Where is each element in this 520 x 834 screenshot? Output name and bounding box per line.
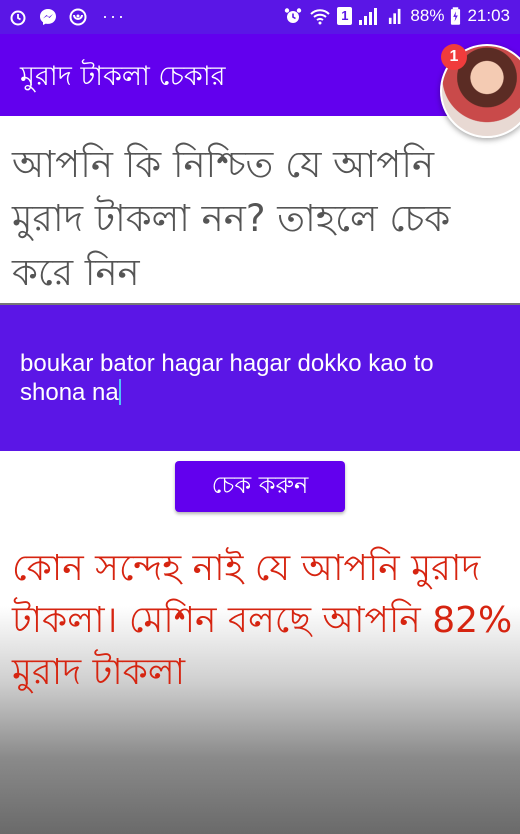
status-bar: ··· 1 88% 21:03 [0,0,520,34]
signal-icon [389,8,401,24]
wifi-icon [310,9,331,25]
alarm-icon [10,10,26,25]
text-cursor [118,379,121,405]
sim-indicator: 1 [337,7,353,25]
vpn-icon [69,8,87,25]
alarm-icon [285,8,302,23]
signal-icon [359,8,378,25]
app-title: মুরাদ টাকলা চেকার [20,61,226,92]
check-button[interactable]: চেক করুন [175,461,345,512]
clock: 21:03 [467,6,510,25]
question-text: আপনি কি নিশ্চিত যে আপনি মুরাদ টাকলা নন? … [12,143,451,294]
battery-icon [451,7,461,25]
status-left-icons: ··· [8,6,126,27]
chat-head-badge: 1 [441,44,467,70]
status-right-icons: 1 88% 21:03 [283,6,510,26]
result-text: কোন সন্দেহ নাই যে আপনি মুরাদ টাকলা। মেশি… [12,548,513,693]
input-value: boukar bator hagar hagar dokko kao to sh… [20,350,434,406]
overflow-indicator: ··· [102,6,126,26]
name-input-field[interactable]: boukar bator hagar hagar dokko kao to sh… [0,305,520,451]
input-text-wrapper: boukar bator hagar hagar dokko kao to sh… [20,349,500,407]
messenger-icon [40,8,56,25]
battery-percent: 88% [410,6,445,25]
